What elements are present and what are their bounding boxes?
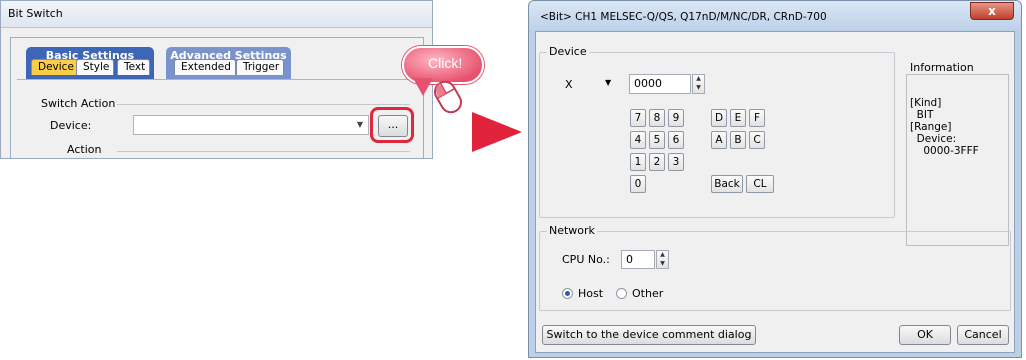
tab-device[interactable]: Device [31,59,79,75]
mouse-icon [434,80,462,114]
key-c[interactable]: C [749,131,765,149]
cancel-button[interactable]: Cancel [957,325,1009,345]
other-radio[interactable] [616,288,627,299]
cpu-no-stepper[interactable]: ▲ ▼ [656,250,669,269]
section-divider [117,151,410,152]
switch-to-comment-button[interactable]: Switch to the device comment dialog [542,325,756,345]
info-line: 0000-3FFF [910,145,979,157]
dialog-client: Device X ▼ 0000 ▲ ▼ 7 8 9 4 5 6 1 2 3 0 … [535,31,1015,353]
info-line: BIT [910,109,934,121]
spin-up-icon: ▲ [696,75,701,82]
key-2[interactable]: 2 [649,153,665,171]
host-radio[interactable] [562,288,573,299]
key-b[interactable]: B [730,131,746,149]
cpu-no-label: CPU No.: [562,253,610,266]
bit-switch-window: Bit Switch Basic Settings Advanced Setti… [0,0,433,159]
clear-button[interactable]: CL [746,175,774,193]
key-1[interactable]: 1 [630,153,646,171]
tab-style[interactable]: Style [76,59,115,75]
close-button[interactable]: x [970,2,1014,20]
device-dialog: <Bit> CH1 MELSEC-Q/QS, Q17nD/M/NC/DR, CR… [528,0,1022,358]
key-8[interactable]: 8 [649,109,665,127]
device-combo[interactable]: ▼ [133,115,369,135]
key-7[interactable]: 7 [630,109,646,127]
close-icon: x [988,4,996,18]
tab-trigger[interactable]: Trigger [236,59,285,75]
callout-text: Click! [428,55,463,71]
network-groupbox [539,231,1011,311]
window-title: Bit Switch [1,1,432,28]
info-line: Device: [910,133,957,145]
info-line: [Range] [910,121,952,133]
key-e[interactable]: E [730,109,746,127]
key-4[interactable]: 4 [630,131,646,149]
key-9[interactable]: 9 [668,109,684,127]
spin-up-icon: ▲ [660,251,665,258]
arrow-icon [472,112,522,152]
tab-extended[interactable]: Extended [174,59,236,75]
key-5[interactable]: 5 [649,131,665,149]
ok-button[interactable]: OK [899,325,951,345]
device-type-select[interactable]: X ▼ [560,75,616,93]
callout-tail [413,78,433,96]
section-divider [117,104,410,105]
spin-down-icon: ▼ [660,259,665,267]
chevron-down-icon: ▼ [356,120,363,129]
key-3[interactable]: 3 [668,153,684,171]
key-0[interactable]: 0 [630,175,646,193]
information-title: Information [910,61,974,74]
dialog-title: <Bit> CH1 MELSEC-Q/QS, Q17nD/M/NC/DR, CR… [529,1,1021,31]
info-line: [Kind] [910,97,942,109]
action-label: Action [67,143,102,156]
spin-down-icon: ▼ [696,84,701,91]
key-d[interactable]: D [711,109,727,127]
key-a[interactable]: A [711,131,727,149]
click-highlight [370,107,414,143]
network-group-label: Network [547,224,597,237]
other-label: Other [632,287,664,300]
key-6[interactable]: 6 [668,131,684,149]
device-group-label: Device [547,45,589,58]
back-button[interactable]: Back [711,175,743,193]
device-type-value: X [565,78,573,91]
device-number-input[interactable]: 0000 [629,74,691,94]
host-label: Host [578,287,604,300]
switch-action-label: Switch Action [41,97,116,110]
device-number-stepper[interactable]: ▲ ▼ [692,74,705,94]
cpu-no-input[interactable]: 0 [621,250,655,269]
device-label: Device: [50,119,92,132]
tab-text[interactable]: Text [117,59,151,75]
key-f[interactable]: F [749,109,765,127]
chevron-down-icon: ▼ [605,78,612,87]
